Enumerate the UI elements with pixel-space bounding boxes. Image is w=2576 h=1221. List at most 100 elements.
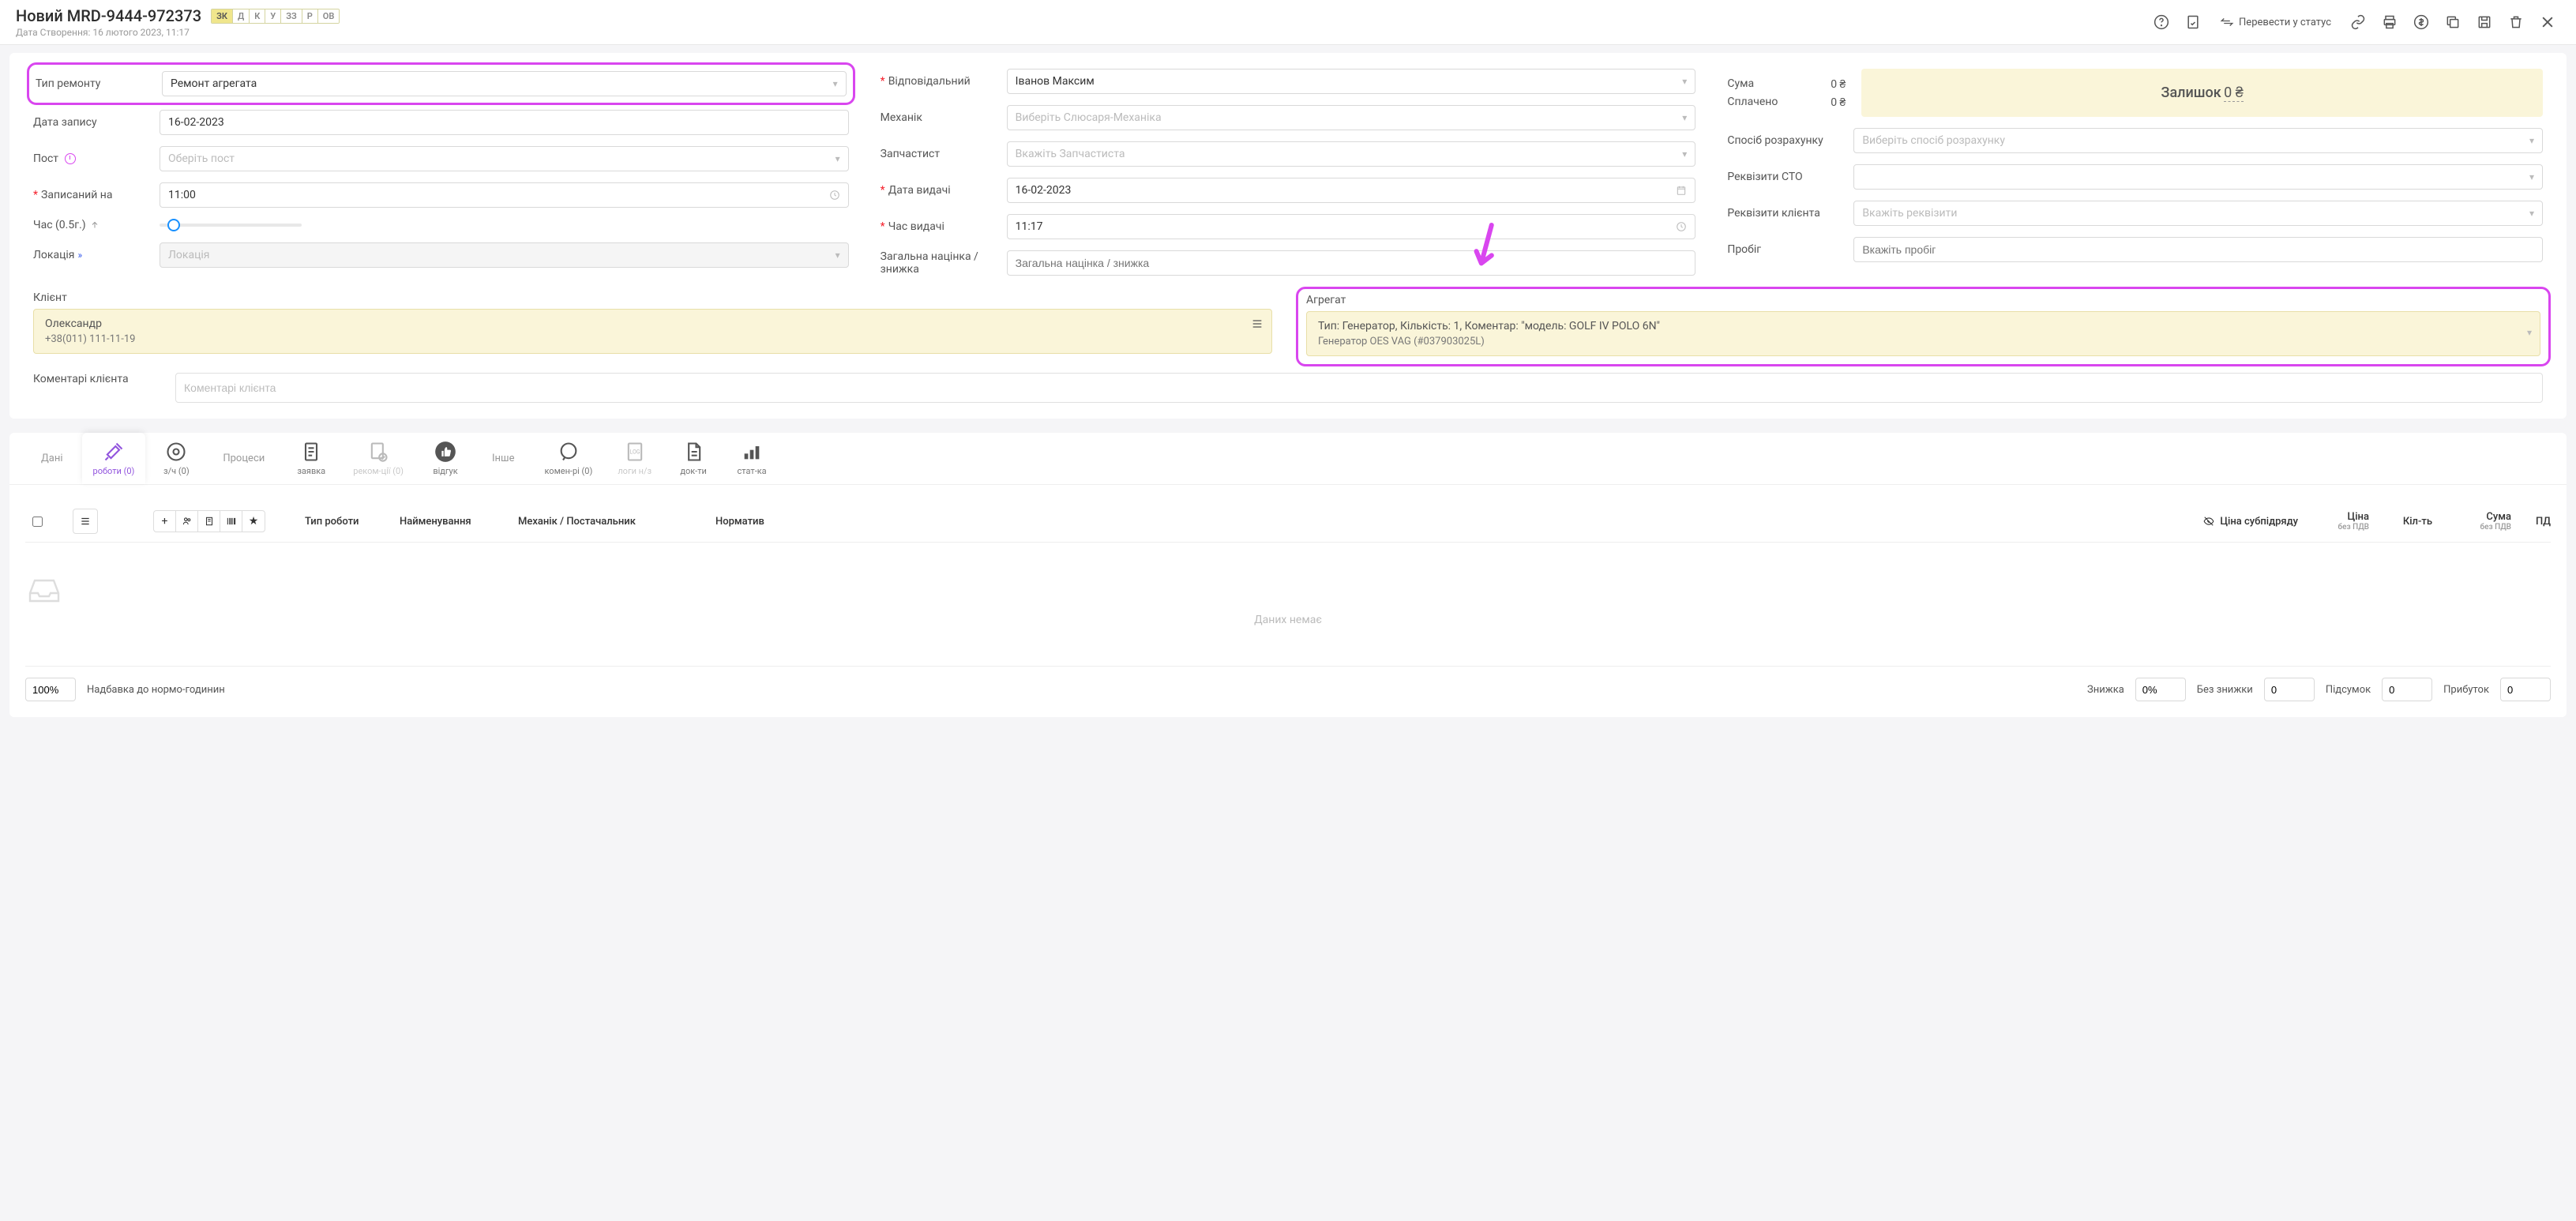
percent-input[interactable] — [25, 678, 76, 701]
shield-icon[interactable] — [2180, 9, 2206, 35]
aggregate-card[interactable]: Тип: Генератор, Кількість: 1, Коментар: … — [1306, 311, 2540, 356]
badge-u[interactable]: У — [265, 9, 281, 23]
tab-docs[interactable]: док-ти — [666, 433, 721, 484]
tab-request[interactable]: заявка — [284, 433, 339, 484]
thumbs-up-icon — [434, 441, 456, 463]
barcode-tool-button[interactable] — [220, 511, 242, 532]
badge-d[interactable]: Д — [233, 9, 250, 23]
time-slider[interactable] — [160, 224, 302, 227]
payment-method-select[interactable]: Виберіть спосіб розрахунку ▾ — [1853, 128, 2543, 153]
close-icon[interactable] — [2535, 9, 2560, 35]
repair-type-highlight: Тип ремонту Ремонт агрегата ▾ — [27, 62, 855, 105]
select-all-checkbox[interactable] — [32, 517, 43, 527]
client-menu-icon[interactable] — [1251, 317, 1264, 330]
table-header: + ★ Тип роботи Найменування Механік / По… — [25, 501, 2551, 543]
markup-input[interactable] — [1007, 250, 1696, 276]
post-select[interactable]: Оберіть пост ▾ — [160, 146, 849, 171]
discount-input[interactable] — [2135, 678, 2186, 701]
eye-off-icon — [2203, 516, 2214, 527]
issue-date-label: *Дата видачі — [881, 184, 999, 197]
print-icon[interactable] — [2377, 9, 2402, 35]
partsman-select[interactable]: Вкажіть Запчастиста ▾ — [1007, 141, 1696, 167]
badge-ov[interactable]: ОВ — [318, 9, 340, 23]
scheduled-label: *Записаний на — [33, 189, 152, 201]
paid-label: Сплачено — [1727, 96, 1778, 108]
aggregate-highlight: Агрегат Тип: Генератор, Кількість: 1, Ко… — [1296, 287, 2551, 366]
col-norm: Норматив — [715, 516, 842, 528]
chevron-down-icon: ▾ — [2529, 208, 2534, 219]
doc-tool-button[interactable] — [198, 511, 220, 532]
badge-zz[interactable]: ЗЗ — [281, 9, 302, 23]
document-check-icon — [367, 441, 389, 463]
tab-parts[interactable]: з/ч (0) — [148, 433, 204, 484]
client-req-select[interactable]: Вкажіть реквізити ▾ — [1853, 201, 2543, 226]
repair-type-label: Тип ремонту — [36, 77, 154, 90]
location-label: Локація» — [33, 249, 152, 261]
client-comments-input[interactable] — [175, 373, 2543, 403]
empty-state: Даних немає — [25, 543, 2551, 658]
client-comments-label: Коментарі клієнта — [33, 373, 167, 385]
trash-icon[interactable] — [2503, 9, 2529, 35]
money-icon[interactable] — [2409, 9, 2434, 35]
col-work-type: Тип роботи — [305, 516, 392, 528]
no-discount-input[interactable] — [2264, 678, 2315, 701]
record-date-input[interactable]: 16-02-2023 — [160, 110, 849, 135]
issue-time-input[interactable]: 11:17 — [1007, 214, 1696, 239]
tab-logs[interactable]: LOG логи н/з — [606, 433, 663, 484]
tab-group-data: Дані — [25, 433, 79, 484]
issue-date-input[interactable]: 16-02-2023 — [1007, 178, 1696, 203]
sto-req-select[interactable]: ▾ — [1853, 164, 2543, 190]
repair-type-select[interactable]: Ремонт агрегата ▾ — [162, 71, 847, 96]
aggregate-label: Агрегат — [1306, 294, 2540, 306]
badge-zk[interactable]: ЗК — [212, 9, 233, 23]
help-icon[interactable] — [2149, 9, 2174, 35]
copy-icon[interactable] — [2440, 9, 2465, 35]
order-form: Тип ремонту Ремонт агрегата ▾ Дата запис… — [9, 53, 2567, 419]
balance-value[interactable]: 0 ₴ — [2224, 85, 2244, 102]
details-panel: Дані роботи (0) з/ч (0) Процеси заявка р… — [9, 433, 2567, 717]
save-icon[interactable] — [2472, 9, 2497, 35]
wrench-icon — [103, 441, 125, 463]
payment-method-label: Спосіб розрахунку — [1727, 134, 1846, 147]
clock-icon — [65, 153, 76, 164]
badge-k[interactable]: К — [250, 9, 265, 23]
mileage-label: Пробіг — [1727, 243, 1846, 256]
clock-icon — [1676, 221, 1687, 232]
client-block: Клієнт Олександр +38(011) 111-11-19 — [33, 291, 1272, 359]
balance-box: Залишок 0 ₴ — [1861, 69, 2543, 117]
sto-req-label: Реквізити СТО — [1727, 171, 1846, 183]
aggregate-line2: Генератор OES VAG (#037903025L) — [1318, 336, 2529, 348]
link-icon[interactable] — [2345, 9, 2371, 35]
add-row-button[interactable]: + — [154, 511, 176, 532]
created-date: Дата Створення: 16 лютого 2023, 11:17 — [16, 27, 340, 38]
time-label: Час (0.5г.) — [33, 219, 152, 231]
responsible-select[interactable]: Іванов Максим ▾ — [1007, 69, 1696, 94]
tab-comments[interactable]: комен-рі (0) — [533, 433, 603, 484]
client-label: Клієнт — [33, 291, 1272, 304]
client-phone: +38(011) 111-11-19 — [45, 333, 1260, 345]
star-tool-button[interactable]: ★ — [242, 511, 265, 532]
profit-input[interactable] — [2500, 678, 2551, 701]
svg-text:LOG: LOG — [629, 449, 640, 455]
document-icon — [300, 441, 322, 463]
col-sum: Сумабез ПДВ — [2440, 511, 2511, 532]
file-icon — [682, 441, 704, 463]
tab-recommendations[interactable]: реком-ції (0) — [342, 433, 415, 484]
client-card[interactable]: Олександр +38(011) 111-11-19 — [33, 309, 1272, 354]
mileage-input[interactable] — [1853, 237, 2543, 262]
mechanic-select[interactable]: Виберіть Слюсаря-Механіка ▾ — [1007, 105, 1696, 130]
tab-stats[interactable]: стат-ка — [724, 433, 779, 484]
subtotal-label: Підсумок — [2326, 684, 2371, 696]
location-select[interactable]: Локація ▾ — [160, 242, 849, 268]
calendar-icon — [1676, 185, 1687, 196]
subtotal-input[interactable] — [2382, 678, 2432, 701]
badge-r[interactable]: Р — [302, 9, 318, 23]
tab-works[interactable]: роботи (0) — [82, 433, 146, 484]
row-menu-button[interactable] — [73, 509, 98, 534]
partsman-label: Запчастист — [881, 148, 999, 160]
change-status-button[interactable]: Перевести у статус — [2212, 12, 2339, 32]
no-discount-label: Без знижки — [2197, 684, 2253, 696]
people-tool-button[interactable] — [176, 511, 198, 532]
tab-review[interactable]: відгук — [418, 433, 473, 484]
scheduled-time-input[interactable]: 11:00 — [160, 182, 849, 208]
